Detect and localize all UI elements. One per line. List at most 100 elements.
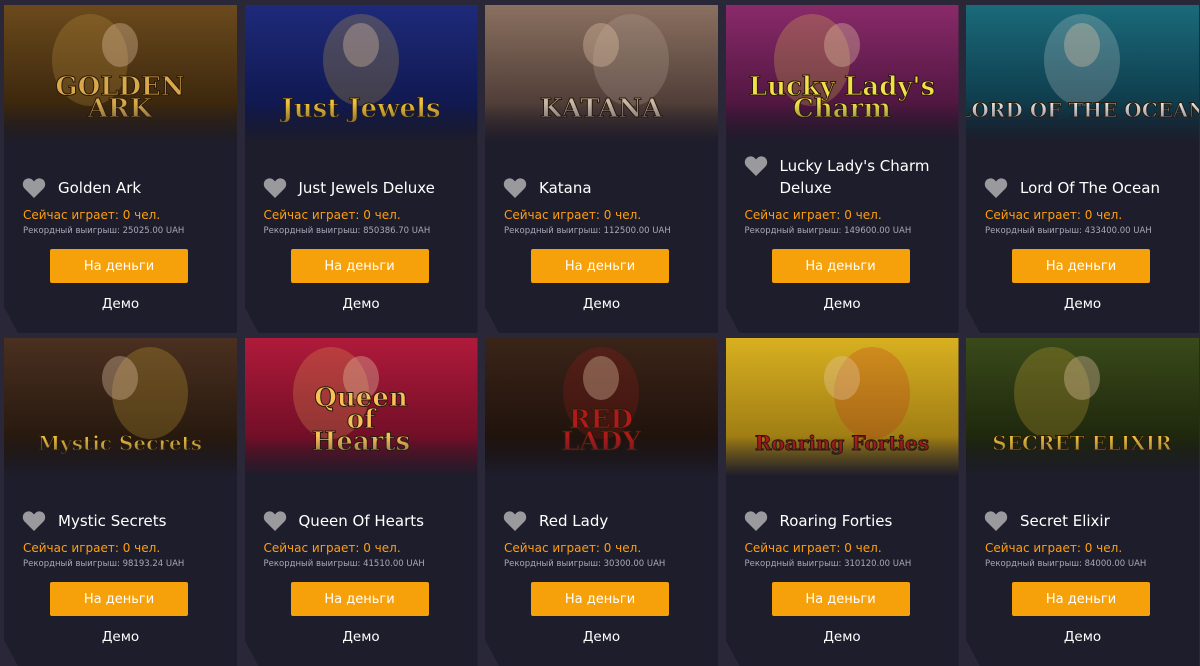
game-thumbnail[interactable]: Queen of Hearts xyxy=(244,338,478,476)
game-card: SECRET ELIXIR Secret Elixir Сейчас играет:… xyxy=(966,338,1199,666)
game-card: Queen of Hearts Queen Of Hearts Сейчас играе… xyxy=(244,338,478,666)
play-for-money-button[interactable]: На деньги xyxy=(50,582,188,616)
game-title[interactable]: Lucky Lady's Charm Deluxe xyxy=(780,155,949,199)
game-thumbnail[interactable]: Mystic Secrets xyxy=(4,338,237,476)
heart-icon[interactable] xyxy=(503,177,527,199)
heart-icon[interactable] xyxy=(503,510,527,532)
play-for-money-button[interactable]: На деньги xyxy=(531,582,669,616)
play-for-money-button[interactable]: На деньги xyxy=(290,249,429,283)
game-title-row: Mystic Secrets xyxy=(22,510,227,532)
players-now-text: Сейчас играет: 0 чел. xyxy=(263,208,401,222)
game-thumbnail[interactable]: LORD OF THE OCEAN xyxy=(966,5,1199,143)
record-win-text: Рекордный выигрыш: 41510.00 UAH xyxy=(263,559,425,569)
heart-icon[interactable] xyxy=(744,155,768,177)
game-card: Just Jewels Just Jewels Deluxe Сейчас игра… xyxy=(244,5,478,333)
heart-icon[interactable] xyxy=(263,510,287,532)
heart-icon[interactable] xyxy=(984,177,1008,199)
game-title[interactable]: Lord Of The Ocean xyxy=(1020,177,1160,199)
heart-icon[interactable] xyxy=(984,510,1008,532)
heart-icon[interactable] xyxy=(744,510,768,532)
play-for-money-button[interactable]: На деньги xyxy=(290,582,429,616)
game-title-row: Lucky Lady's Charm Deluxe xyxy=(744,155,949,199)
play-for-money-button[interactable]: На деньги xyxy=(531,249,669,283)
demo-link[interactable]: Демо xyxy=(726,296,959,312)
game-artwork: Roaring Forties xyxy=(725,338,959,476)
game-title-row: Golden Ark xyxy=(22,177,227,199)
players-now-text: Сейчас играет: 0 чел. xyxy=(985,208,1123,222)
heart-icon[interactable] xyxy=(22,177,46,199)
players-now-text: Сейчас играет: 0 чел. xyxy=(263,541,401,555)
svg-text:Roaring Forties: Roaring Forties xyxy=(754,431,928,455)
demo-link[interactable]: Демо xyxy=(4,296,237,312)
game-thumbnail[interactable]: GOLDEN ARK xyxy=(4,5,237,143)
heart-icon[interactable] xyxy=(22,510,46,532)
game-thumbnail[interactable]: SECRET ELIXIR xyxy=(966,338,1199,476)
demo-link[interactable]: Демо xyxy=(4,629,237,645)
players-now-text: Сейчас играет: 0 чел. xyxy=(504,541,642,555)
game-title-row: Queen Of Hearts xyxy=(263,510,468,532)
game-card: RED LADY Red Lady Сейчас играет: 0 чел. Реко… xyxy=(485,338,718,666)
record-win-text: Рекордный выигрыш: 149600.00 UAH xyxy=(744,226,912,236)
demo-link[interactable]: Демо xyxy=(485,296,718,312)
game-title[interactable]: Just Jewels Deluxe xyxy=(299,177,435,199)
demo-link[interactable]: Демо xyxy=(726,629,959,645)
heart-icon[interactable] xyxy=(263,177,287,199)
game-thumbnail[interactable]: RED LADY xyxy=(485,338,718,476)
game-card: Mystic Secrets Mystic Secrets Сейчас играе… xyxy=(4,338,237,666)
game-title-row: Secret Elixir xyxy=(984,510,1189,532)
players-now-text: Сейчас играет: 0 чел. xyxy=(23,208,161,222)
game-artwork: REDLADY xyxy=(485,338,718,476)
svg-text:LADY: LADY xyxy=(561,427,641,457)
play-for-money-button[interactable]: На деньги xyxy=(1012,582,1150,616)
game-card: Roaring Forties Roaring Forties Сейчас игр… xyxy=(725,338,959,666)
players-now-text: Сейчас играет: 0 чел. xyxy=(504,208,642,222)
game-title[interactable]: Mystic Secrets xyxy=(58,510,166,532)
game-card: Lucky Lady's Charm Lucky Lady's Charm Delu… xyxy=(725,5,959,333)
demo-link[interactable]: Демо xyxy=(966,296,1199,312)
game-thumbnail[interactable]: Roaring Forties xyxy=(725,338,959,476)
game-title[interactable]: Red Lady xyxy=(539,510,608,532)
svg-text:SECRET ELIXIR: SECRET ELIXIR xyxy=(992,431,1172,455)
record-win-text: Рекордный выигрыш: 25025.00 UAH xyxy=(23,226,185,236)
record-win-text: Рекордный выигрыш: 98193.24 UAH xyxy=(23,559,185,569)
play-for-money-button[interactable]: На деньги xyxy=(771,582,910,616)
game-title[interactable]: Katana xyxy=(539,177,592,199)
demo-link[interactable]: Демо xyxy=(245,629,478,645)
game-title-row: Red Lady xyxy=(503,510,708,532)
game-thumbnail[interactable]: Lucky Lady's Charm xyxy=(725,5,959,143)
game-artwork: Mystic Secrets xyxy=(4,338,237,476)
game-title[interactable]: Secret Elixir xyxy=(1020,510,1110,532)
game-card: LORD OF THE OCEAN Lord Of The Ocean Сейчас… xyxy=(966,5,1199,333)
play-for-money-button[interactable]: На деньги xyxy=(1012,249,1150,283)
game-artwork: GOLDENARK xyxy=(4,5,237,143)
record-win-text: Рекордный выигрыш: 310120.00 UAH xyxy=(744,559,912,569)
game-card: GOLDEN ARK Golden Ark Сейчас играет: 0 чел.… xyxy=(4,5,237,333)
svg-text:ARK: ARK xyxy=(87,94,154,124)
play-for-money-button[interactable]: На деньги xyxy=(771,249,910,283)
demo-link[interactable]: Демо xyxy=(966,629,1199,645)
game-artwork: QueenofHearts xyxy=(244,338,478,476)
play-for-money-button[interactable]: На деньги xyxy=(50,249,188,283)
svg-text:LORD OF THE OCEAN: LORD OF THE OCEAN xyxy=(966,98,1199,122)
game-card: KATANA Katana Сейчас играет: 0 чел. Рекордн… xyxy=(485,5,718,333)
demo-link[interactable]: Демо xyxy=(245,296,478,312)
svg-text:Charm: Charm xyxy=(793,94,891,124)
game-title-row: Katana xyxy=(503,177,708,199)
svg-text:Just Jewels: Just Jewels xyxy=(279,94,440,124)
game-thumbnail[interactable]: Just Jewels xyxy=(244,5,478,143)
game-title[interactable]: Roaring Forties xyxy=(780,510,893,532)
game-artwork: LORD OF THE OCEAN xyxy=(966,5,1199,143)
record-win-text: Рекордный выигрыш: 112500.00 UAH xyxy=(504,226,671,236)
svg-text:Hearts: Hearts xyxy=(311,427,409,457)
games-grid: GOLDEN ARK Golden Ark Сейчас играет: 0 чел.… xyxy=(0,0,1200,666)
game-artwork: Just Jewels xyxy=(244,5,478,143)
game-thumbnail[interactable]: KATANA xyxy=(485,5,718,143)
svg-text:KATANA: KATANA xyxy=(540,94,663,124)
game-title[interactable]: Queen Of Hearts xyxy=(299,510,424,532)
game-title-row: Just Jewels Deluxe xyxy=(263,177,468,199)
game-title-row: Roaring Forties xyxy=(744,510,949,532)
demo-link[interactable]: Демо xyxy=(485,629,718,645)
game-title[interactable]: Golden Ark xyxy=(58,177,141,199)
game-artwork: Lucky Lady'sCharm xyxy=(725,5,959,143)
record-win-text: Рекордный выигрыш: 30300.00 UAH xyxy=(504,559,666,569)
